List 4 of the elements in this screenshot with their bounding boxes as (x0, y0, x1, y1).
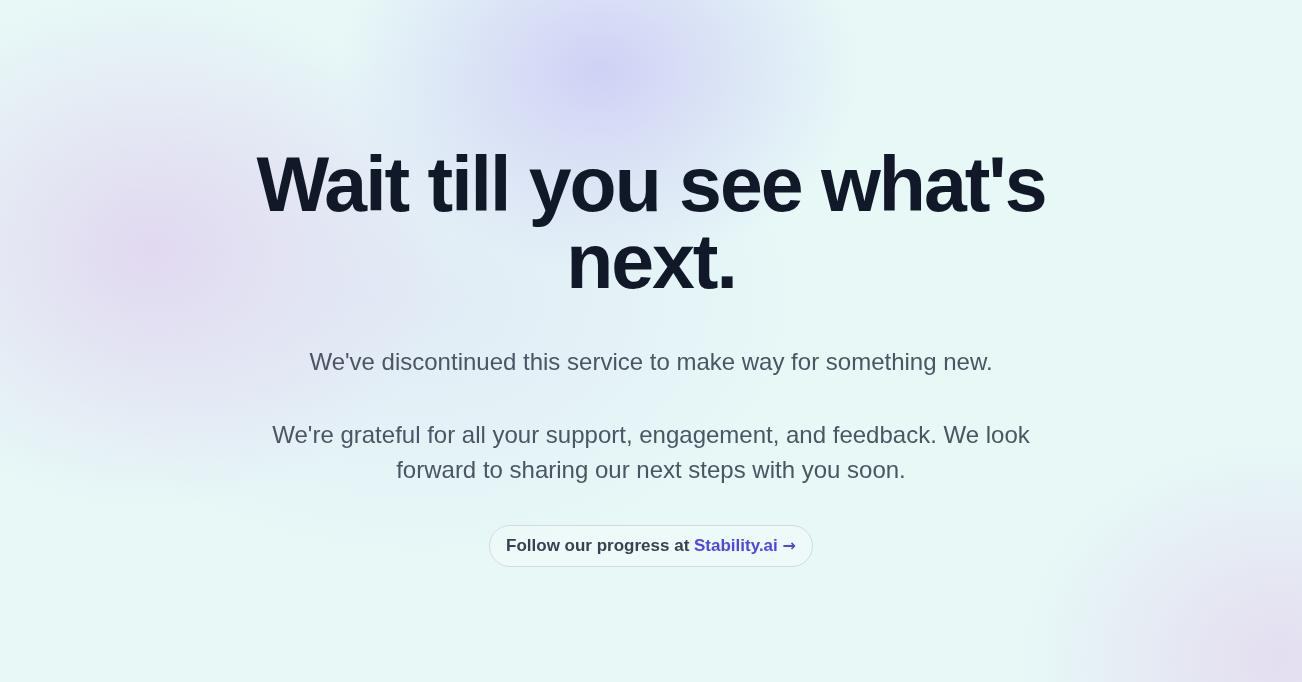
message-text: We're grateful for all your support, engagement, and feedback. We look forward to sharing our next steps with you soon. (271, 420, 1031, 485)
page-heading: Wait till you see what's next. (255, 146, 1047, 300)
progress-link[interactable]: Follow our progress at Stability.ai → (489, 525, 813, 567)
message-text: We've discontinued this service to make way for something new. (309, 347, 993, 377)
